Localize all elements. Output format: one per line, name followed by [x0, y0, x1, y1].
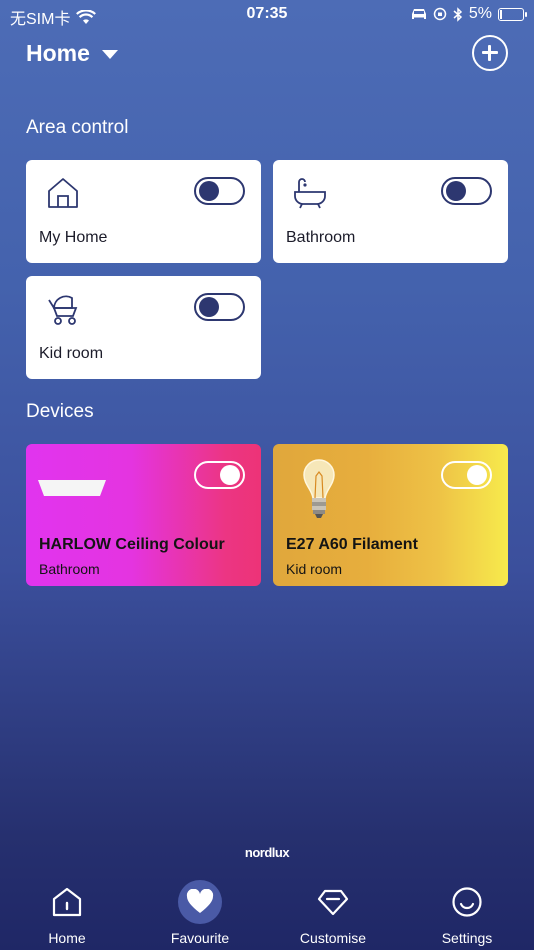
area-toggle-bathroom[interactable] — [441, 177, 492, 205]
nav-home[interactable]: Home — [12, 880, 122, 950]
device-card-e27[interactable]: E27 A60 Filament Kid room — [273, 444, 508, 586]
device-name: HARLOW Ceiling Colour — [39, 536, 225, 553]
nav-label: Settings — [441, 930, 493, 946]
nav-label: Customise — [299, 930, 367, 946]
area-label: Bathroom — [286, 229, 356, 246]
area-toggle-kid-room[interactable] — [194, 293, 245, 321]
nav-favourite[interactable]: Favourite — [145, 880, 255, 950]
device-toggle-e27[interactable] — [441, 461, 492, 489]
heart-icon — [178, 880, 222, 924]
home-title: Home — [26, 40, 90, 66]
car-icon — [411, 9, 426, 19]
diamond-icon — [313, 882, 353, 922]
brand-logo: nordlux — [244, 845, 290, 860]
area-card-my-home[interactable]: My Home — [26, 160, 261, 263]
device-room: Kid room — [286, 561, 343, 577]
battery-percent: 5% — [468, 5, 492, 22]
nav-label: Favourite — [170, 930, 230, 946]
devices-title: Devices — [26, 401, 94, 422]
ceiling-panel-icon — [38, 480, 106, 496]
bulb-icon — [303, 459, 335, 518]
area-toggle-my-home[interactable] — [194, 177, 245, 205]
status-right: 5% — [411, 5, 527, 23]
device-toggle-harlow[interactable] — [194, 461, 245, 489]
home-selector[interactable]: Home — [26, 40, 118, 67]
home-icon — [47, 882, 87, 922]
house-icon — [48, 178, 78, 208]
stroller-icon — [48, 295, 78, 325]
bottom-nav: Home Favourite Customise Settings — [0, 880, 534, 950]
device-name: E27 A60 Filament — [286, 536, 418, 553]
header: Home — [26, 35, 508, 74]
battery-icon — [498, 7, 527, 21]
area-label: Kid room — [39, 345, 104, 362]
area-card-bathroom[interactable]: Bathroom — [273, 160, 508, 263]
bluetooth-icon — [453, 6, 462, 22]
rotation-lock-icon — [433, 7, 447, 21]
area-card-kid-room[interactable]: Kid room — [26, 276, 261, 379]
bathtub-icon — [294, 178, 326, 209]
nav-customise[interactable]: Customise — [278, 880, 388, 950]
area-control-title: Area control — [26, 117, 129, 138]
nav-label: Home — [48, 930, 86, 946]
device-room: Bathroom — [39, 561, 100, 577]
smiley-icon — [447, 882, 487, 922]
status-bar: 无SIM卡 07:35 5% — [0, 0, 534, 30]
add-button[interactable] — [472, 35, 508, 71]
chevron-down-icon — [101, 50, 118, 59]
device-card-harlow[interactable]: HARLOW Ceiling Colour Bathroom — [26, 444, 261, 586]
nav-settings[interactable]: Settings — [412, 880, 522, 950]
area-label: My Home — [39, 229, 108, 246]
